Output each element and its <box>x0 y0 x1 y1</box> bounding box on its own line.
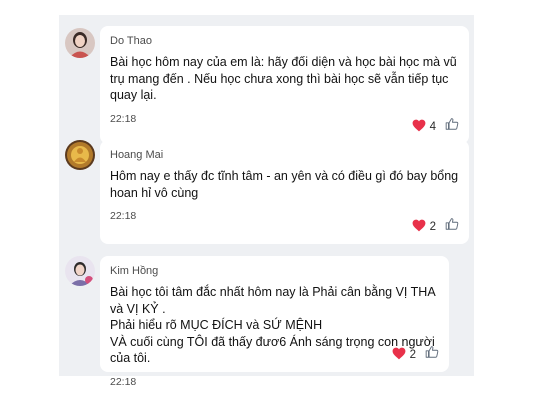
heart-count: 4 <box>429 120 436 133</box>
like-button[interactable] <box>445 117 459 136</box>
heart-icon <box>412 219 426 235</box>
avatar[interactable] <box>65 256 95 286</box>
avatar[interactable] <box>65 28 95 58</box>
comment-text: Hôm nay e thấy đc tĩnh tâm - an yên và c… <box>110 169 459 200</box>
thumbs-up-icon <box>425 345 439 364</box>
comment-author[interactable]: Hoang Mai <box>110 149 459 162</box>
heart-reaction-button[interactable]: 2 <box>392 347 416 363</box>
comment-bubble: Kim Hồng Bài học tôi tâm đắc nhất hôm na… <box>100 256 449 388</box>
comment-bubble: Hoang Mai Hôm nay e thấy đc tĩnh tâm - a… <box>100 140 469 244</box>
thumbs-up-icon <box>445 117 459 136</box>
comment-time: 22:18 <box>110 375 137 388</box>
like-button[interactable] <box>445 217 459 236</box>
avatar[interactable] <box>65 140 95 170</box>
heart-icon <box>392 347 406 363</box>
comment-text: Bài học tôi tâm đắc nhất hôm nay là Phải… <box>110 285 435 365</box>
reaction-bar: 2 <box>392 345 439 364</box>
reaction-bar: 4 <box>412 117 459 136</box>
comment-text: Bài học hôm nay của em là: hãy đối diện … <box>110 55 457 102</box>
thumbs-up-icon <box>445 217 459 236</box>
comment-bubble: Do Thao Bài học hôm nay của em là: hãy đ… <box>100 26 469 144</box>
heart-reaction-button[interactable]: 4 <box>412 119 436 135</box>
heart-count: 2 <box>409 348 416 361</box>
heart-reaction-button[interactable]: 2 <box>412 219 436 235</box>
like-button[interactable] <box>425 345 439 364</box>
comments-panel: Do Thao Bài học hôm nay của em là: hãy đ… <box>59 15 474 388</box>
comment-time: 22:18 <box>110 210 137 222</box>
comment-time: 22:18 <box>110 112 137 125</box>
comment-author[interactable]: Do Thao <box>110 35 459 48</box>
heart-icon <box>412 119 426 135</box>
reaction-bar: 2 <box>412 217 459 236</box>
comment-author[interactable]: Kim Hồng <box>110 265 439 278</box>
heart-count: 2 <box>429 220 436 233</box>
